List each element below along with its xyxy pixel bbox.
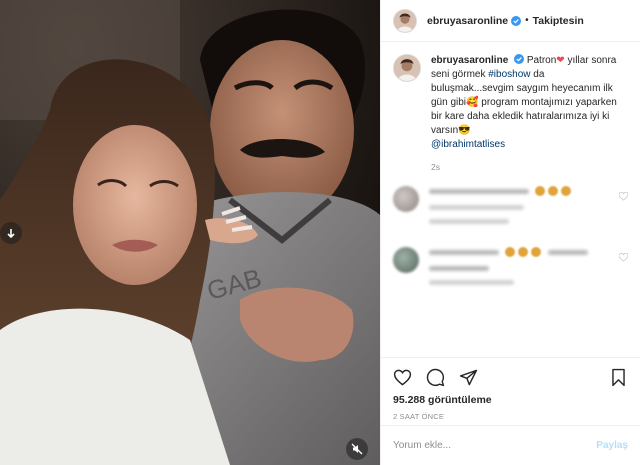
comment-input[interactable] xyxy=(393,440,597,451)
comment-icon[interactable] xyxy=(426,368,445,387)
post-actions: 95.288 görüntüleme 2 SAAT ÖNCE xyxy=(381,357,640,425)
heart-eyes-emoji-icon: 🥰 xyxy=(466,97,479,108)
post-timestamp[interactable]: 2 SAAT ÖNCE xyxy=(393,412,628,421)
red-heart-emoji-icon: ❤ xyxy=(556,55,565,66)
post-comment-button[interactable]: Paylaş xyxy=(596,440,628,451)
avatar[interactable] xyxy=(393,8,417,33)
header-username[interactable]: ebruyasaronline xyxy=(427,15,508,27)
comment-like-icon[interactable] xyxy=(619,253,628,262)
view-count[interactable]: 95.288 görüntüleme xyxy=(393,394,628,406)
blurred-comment-text xyxy=(429,247,609,294)
caption-username[interactable]: ebruyasaronline xyxy=(431,55,508,66)
mention-link[interactable]: @ibrahimtatlises xyxy=(431,139,505,150)
blurred-comment-text xyxy=(429,186,609,233)
paper-plane-icon[interactable] xyxy=(459,368,478,387)
verified-badge-icon xyxy=(514,54,525,64)
blurred-comment xyxy=(393,186,628,233)
mute-toggle-button[interactable] xyxy=(346,438,368,460)
caption-text: ebruyasaronline Patron❤ yıllar sonra sen… xyxy=(431,54,627,152)
caption-avatar[interactable] xyxy=(393,54,421,82)
caption-part1: Patron xyxy=(526,55,557,66)
verified-badge-icon xyxy=(511,15,522,26)
profile-picture xyxy=(394,9,416,32)
action-icons xyxy=(393,366,628,388)
caption: ebruyasaronline Patron❤ yıllar sonra sen… xyxy=(393,54,628,152)
follow-status-button[interactable]: Takiptesin xyxy=(533,15,584,27)
blurred-avatar xyxy=(393,247,419,273)
blurred-avatar xyxy=(393,186,419,212)
caption-time: 2s xyxy=(431,162,440,172)
blurred-comment xyxy=(393,247,628,294)
speaker-muted-icon xyxy=(351,443,363,455)
post-media[interactable]: GAB xyxy=(0,0,380,465)
sunglasses-emoji-icon: 😎 xyxy=(458,125,471,136)
profile-picture xyxy=(394,55,420,81)
bookmark-icon[interactable] xyxy=(609,368,628,387)
comments-area: ebruyasaronline Patron❤ yıllar sonra sen… xyxy=(381,42,640,357)
selfie-photo: GAB xyxy=(0,0,380,465)
post-side-panel: ebruyasaronline • Takiptesin ebruyasaron… xyxy=(380,0,640,465)
comment-like-icon[interactable] xyxy=(619,192,628,201)
separator-dot: • xyxy=(525,15,529,26)
post-header: ebruyasaronline • Takiptesin xyxy=(381,0,640,42)
add-comment-bar: Paylaş xyxy=(381,425,640,465)
hashtag-link[interactable]: #iboshow xyxy=(488,69,530,80)
scroll-down-button[interactable] xyxy=(0,222,22,244)
heart-icon[interactable] xyxy=(393,368,412,387)
arrow-down-icon xyxy=(7,229,15,239)
instagram-post: GAB ebruyasaronline • Takiptesin ebruyas… xyxy=(0,0,640,465)
